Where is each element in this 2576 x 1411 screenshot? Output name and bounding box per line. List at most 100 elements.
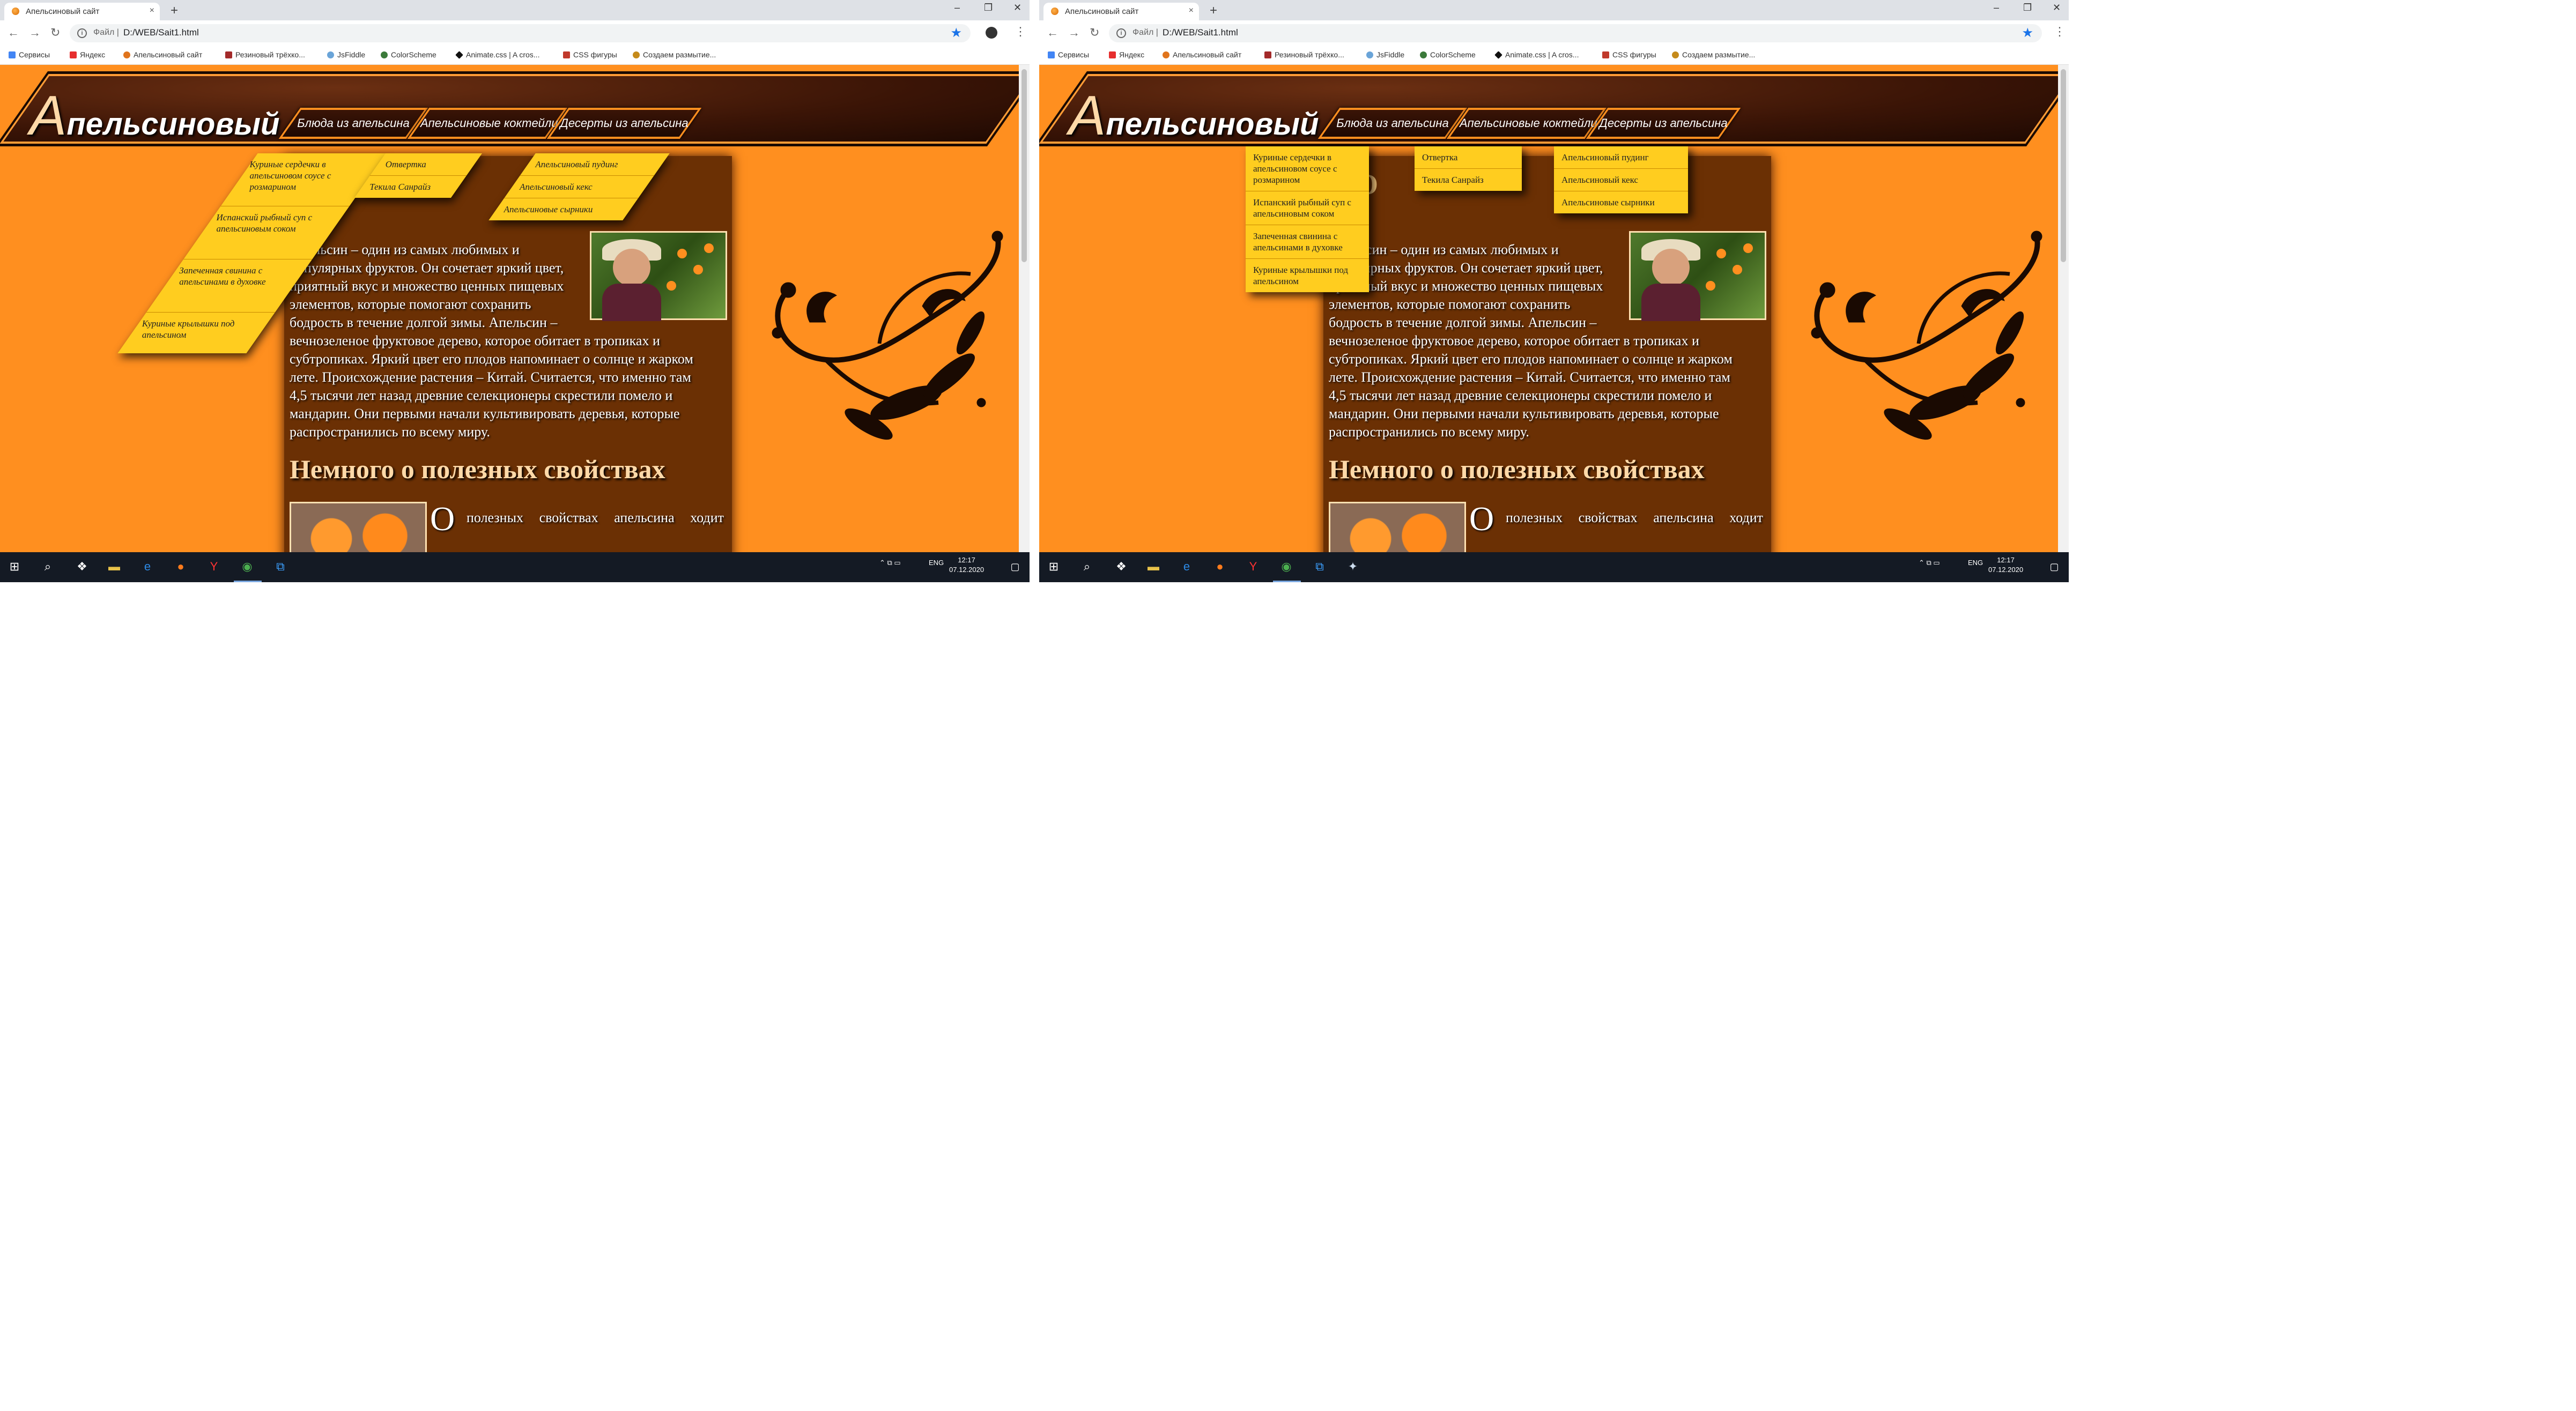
language-indicator[interactable]: ENG: [1968, 559, 1983, 567]
back-button[interactable]: ←: [1047, 26, 1058, 40]
bookmark-services[interactable]: Сервисы: [9, 50, 50, 59]
nav-dishes[interactable]: Блюда из апельсина: [1317, 108, 1468, 139]
menu-item-cocktail-1[interactable]: Отвертка: [369, 153, 483, 176]
bookmark-yandex[interactable]: Яндекс: [70, 50, 105, 59]
minimize-button[interactable]: –: [954, 2, 960, 13]
chrome-icon[interactable]: ◉: [240, 560, 254, 574]
tab-close-icon[interactable]: ×: [150, 6, 154, 16]
bookmark-jsfiddle[interactable]: JsFiddle: [327, 50, 365, 59]
task-view-icon[interactable]: ❖: [75, 560, 89, 574]
url-text[interactable]: D:/WEB/Sait1.html: [123, 27, 199, 38]
language-indicator[interactable]: ENG: [929, 559, 944, 567]
bookmark-rubber[interactable]: Резиновый трёхко...: [225, 50, 305, 59]
menu-item-dish-4[interactable]: Куриные крылышки под апельсином: [1246, 259, 1369, 292]
browser-tab[interactable]: Апельсиновый сайт ×: [4, 3, 160, 20]
bookmark-css-shapes[interactable]: CSS фигуры: [563, 50, 617, 59]
notification-icon[interactable]: ▢: [2047, 560, 2061, 574]
reload-button[interactable]: ↻: [50, 26, 60, 40]
page-scrollbar[interactable]: [2058, 65, 2069, 552]
vscode-icon[interactable]: ⧉: [1313, 560, 1327, 574]
bookmark-blur[interactable]: Создаем размытие...: [1672, 50, 1755, 59]
vscode-icon[interactable]: ⧉: [273, 560, 287, 574]
chrome-icon[interactable]: ◉: [1279, 560, 1293, 574]
browser-menu-icon[interactable]: ⋮: [2054, 25, 2066, 39]
tray-icons[interactable]: ⌃ ⧉ ▭: [1919, 559, 1940, 567]
bookmark-colorscheme[interactable]: ColorScheme: [1420, 50, 1476, 59]
menu-item-dessert-3[interactable]: Апельсиновые сырники: [1554, 191, 1688, 213]
bookmark-colorscheme[interactable]: ColorScheme: [381, 50, 436, 59]
start-icon[interactable]: ⊞: [8, 560, 21, 574]
minimize-button[interactable]: –: [1994, 2, 1999, 13]
bookmark-rubber[interactable]: Резиновый трёхко...: [1264, 50, 1344, 59]
nav-desserts[interactable]: Десерты из апельсина: [546, 108, 702, 139]
clock[interactable]: 12:17 07.12.2020: [1988, 555, 2023, 575]
forward-button[interactable]: →: [1068, 26, 1080, 40]
nav-cocktails[interactable]: Апельсиновые коктейли: [407, 108, 568, 139]
nav-dishes[interactable]: Блюда из апельсина: [278, 108, 428, 139]
file-explorer-icon[interactable]: ▬: [1146, 560, 1160, 574]
app-icon[interactable]: ✦: [1346, 560, 1360, 574]
bookmark-star-icon[interactable]: ★: [950, 25, 962, 41]
bookmark-jsfiddle[interactable]: JsFiddle: [1366, 50, 1404, 59]
tab-close-icon[interactable]: ×: [1189, 6, 1194, 16]
bookmark-css-shapes[interactable]: CSS фигуры: [1602, 50, 1656, 59]
scroll-thumb[interactable]: [1021, 69, 1027, 262]
browser-menu-icon[interactable]: ⋮: [1015, 25, 1026, 39]
clock[interactable]: 12:17 07.12.2020: [949, 555, 984, 575]
bookmark-yandex[interactable]: Яндекс: [1109, 50, 1144, 59]
reload-button[interactable]: ↻: [1090, 26, 1099, 40]
nav-cocktails[interactable]: Апельсиновые коктейли: [1446, 108, 1607, 139]
nav-desserts[interactable]: Десерты из апельсина: [1586, 108, 1741, 139]
search-icon[interactable]: ⌕: [1080, 560, 1094, 574]
page-scrollbar[interactable]: [1019, 65, 1030, 552]
menu-item-cocktail-1[interactable]: Отвертка: [1415, 146, 1522, 169]
bookmark-orange-site[interactable]: Апельсиновый сайт: [1163, 50, 1241, 59]
search-icon[interactable]: ⌕: [41, 560, 55, 574]
back-button[interactable]: ←: [8, 26, 19, 40]
yandex-browser-icon[interactable]: Y: [1246, 560, 1260, 574]
new-tab-button[interactable]: +: [171, 3, 178, 18]
maximize-button[interactable]: ❐: [2023, 2, 2032, 13]
bookmark-star-icon[interactable]: ★: [2022, 25, 2033, 41]
menu-item-dish-3[interactable]: Запеченная свинина с апельсинами в духов…: [1246, 225, 1369, 259]
menu-item-dessert-3[interactable]: Апельсиновые сырники: [488, 198, 638, 220]
menu-item-cocktail-2[interactable]: Текила Санрайз: [354, 176, 467, 198]
maximize-button[interactable]: ❐: [984, 2, 993, 13]
menu-item-cocktail-2[interactable]: Текила Санрайз: [1415, 169, 1522, 191]
file-explorer-icon[interactable]: ▬: [107, 560, 121, 574]
bookmark-blur[interactable]: Создаем размытие...: [633, 50, 716, 59]
extension-icon[interactable]: [986, 27, 997, 39]
menu-item-dessert-1[interactable]: Апельсиновый пудинг: [1554, 146, 1688, 169]
menu-item-dessert-1[interactable]: Апельсиновый пудинг: [520, 153, 670, 176]
start-icon[interactable]: ⊞: [1047, 560, 1061, 574]
browser-tab[interactable]: Апельсиновый сайт ×: [1043, 3, 1199, 20]
forward-button[interactable]: →: [29, 26, 41, 40]
orange-favicon-icon: [1051, 8, 1058, 15]
edge-icon[interactable]: e: [140, 560, 154, 574]
bookmark-animate[interactable]: Animate.css | A cros...: [1494, 50, 1579, 59]
scroll-thumb[interactable]: [2061, 69, 2066, 262]
bookmark-services[interactable]: Сервисы: [1048, 50, 1089, 59]
url-text[interactable]: D:/WEB/Sait1.html: [1163, 27, 1238, 38]
notification-icon[interactable]: ▢: [1008, 560, 1022, 574]
menu-item-dessert-2[interactable]: Апельсиновый кекс: [1554, 169, 1688, 191]
menu-item-dish-2[interactable]: Испанский рыбный суп с апельсиновым соко…: [1246, 191, 1369, 225]
address-bar[interactable]: i Файл | D:/WEB/Sait1.html ★: [1109, 24, 2042, 42]
menu-item-dessert-2[interactable]: Апельсиновый кекс: [504, 176, 654, 198]
close-window-button[interactable]: ✕: [1013, 2, 1021, 13]
bookmark-animate[interactable]: Animate.css | A cros...: [455, 50, 539, 59]
info-icon[interactable]: i: [1116, 28, 1126, 38]
yandex-browser-icon[interactable]: Y: [207, 560, 221, 574]
firefox-icon[interactable]: ●: [1213, 560, 1227, 574]
info-icon[interactable]: i: [77, 28, 87, 38]
address-bar[interactable]: i Файл | D:/WEB/Sait1.html ★: [70, 24, 971, 42]
tray-icons[interactable]: ⌃ ⧉ ▭: [879, 559, 901, 567]
edge-icon[interactable]: e: [1180, 560, 1194, 574]
close-window-button[interactable]: ✕: [2053, 2, 2061, 13]
menu-item-dish-1[interactable]: Куриные сердечки в апельсиновом соусе с …: [1246, 146, 1369, 191]
bookmark-orange-site[interactable]: Апельсиновый сайт: [123, 50, 202, 59]
firefox-icon[interactable]: ●: [174, 560, 188, 574]
menu-item-dish-4[interactable]: Куриные крылышки под апельсином: [117, 313, 275, 353]
new-tab-button[interactable]: +: [1210, 3, 1217, 18]
task-view-icon[interactable]: ❖: [1114, 560, 1128, 574]
